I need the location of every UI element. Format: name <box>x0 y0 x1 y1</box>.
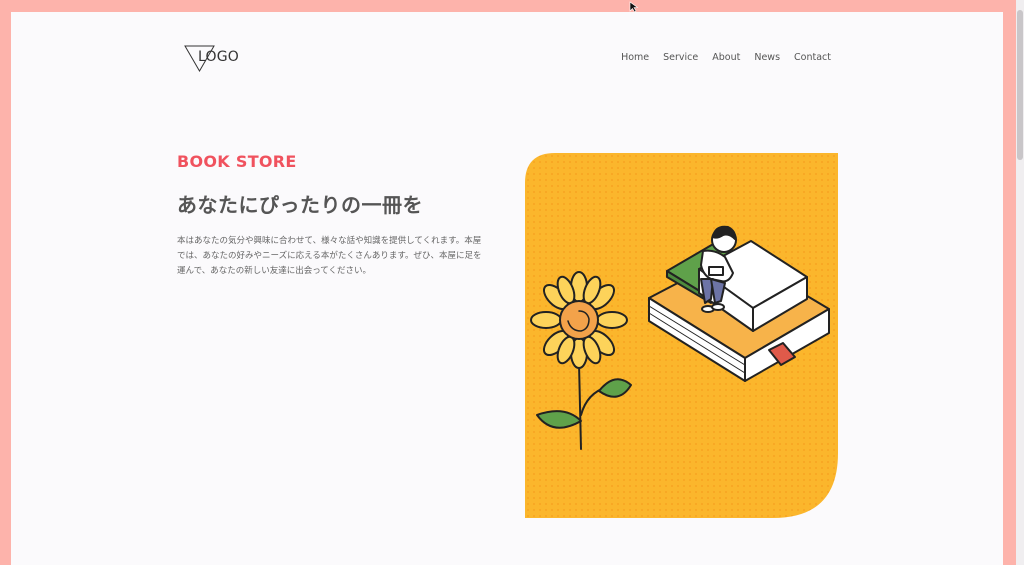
scrollbar-thumb[interactable] <box>1017 10 1023 160</box>
hero-illustration <box>525 153 838 518</box>
cursor-icon <box>629 1 639 13</box>
logo-text[interactable]: LOGO <box>198 49 239 65</box>
nav-service[interactable]: Service <box>663 52 698 63</box>
hero-headline: あなたにぴったりの一冊を <box>177 193 423 217</box>
nav-contact[interactable]: Contact <box>794 52 831 63</box>
hero-description: 本はあなたの気分や興味に合わせて、様々な話や知識を提供してくれます。本屋では、あ… <box>177 236 482 276</box>
nav-about[interactable]: About <box>712 52 740 63</box>
page: LOGO Home Service About News Contact BOO… <box>11 12 1003 565</box>
hero-eyebrow: BOOK STORE <box>177 152 297 171</box>
nav-home[interactable]: Home <box>621 52 649 63</box>
nav-news[interactable]: News <box>754 52 780 63</box>
main-nav: Home Service About News Contact <box>621 52 831 63</box>
vertical-scrollbar[interactable] <box>1016 0 1024 565</box>
